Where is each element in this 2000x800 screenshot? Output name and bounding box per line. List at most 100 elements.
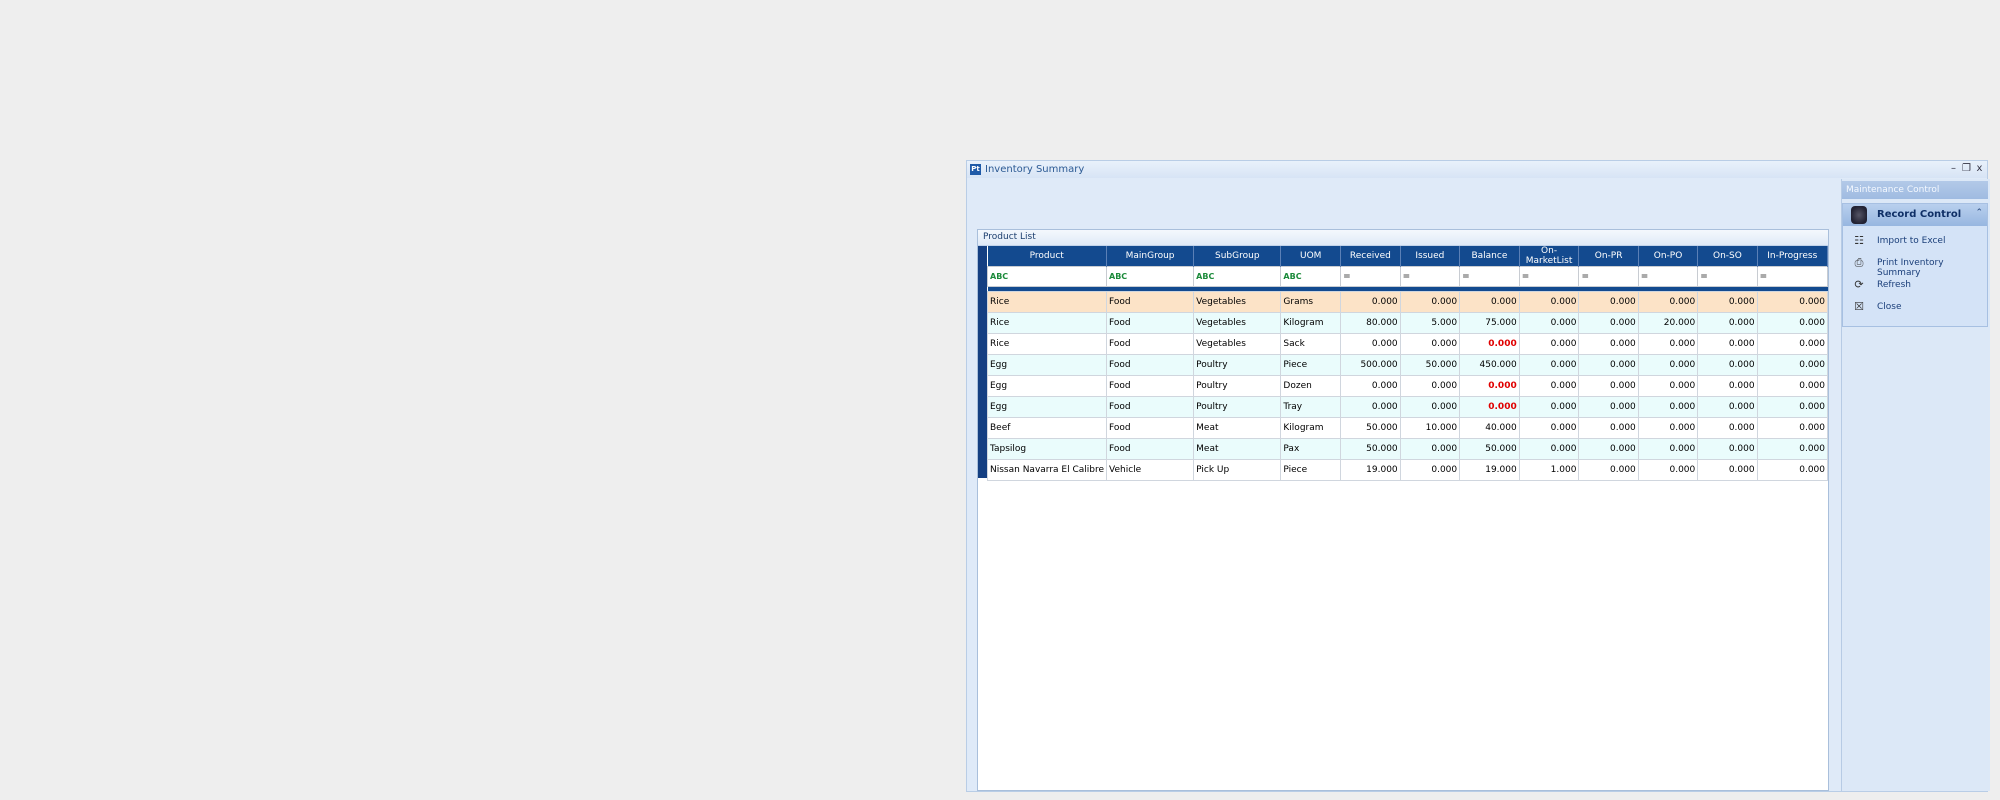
cell-progress[interactable]: 0.000 (1756, 333, 1829, 355)
cell-main[interactable]: Food (1105, 375, 1195, 397)
filter-cell[interactable]: = (1756, 266, 1829, 287)
column-header-product[interactable]: Product (987, 246, 1107, 267)
cell-received[interactable]: 19.000 (1340, 459, 1401, 481)
cell-sub[interactable]: Pick Up (1193, 459, 1282, 481)
cell-balance[interactable]: 0.000 (1459, 375, 1520, 397)
cell-product[interactable]: Egg (987, 375, 1107, 397)
cell-progress[interactable]: 0.000 (1756, 438, 1829, 460)
cell-sub[interactable]: Vegetables (1193, 312, 1282, 334)
filter-cell[interactable]: = (1578, 266, 1639, 287)
restore-button[interactable]: ❐ (1961, 162, 1972, 175)
cell-product[interactable]: Nissan Navarra El Calibre (987, 459, 1107, 481)
cell-uom[interactable]: Kilogram (1280, 417, 1342, 439)
cell-received[interactable]: 50.000 (1340, 417, 1401, 439)
cell-main[interactable]: Food (1105, 333, 1195, 355)
cell-main[interactable]: Vehicle (1105, 459, 1195, 481)
cell-main[interactable]: Food (1105, 312, 1195, 334)
table-row[interactable]: Rice Food Vegetables Sack 0.000 0.000 0.000 0.0… (987, 333, 1829, 355)
table-row[interactable]: Rice Food Vegetables Grams 0.000 0.000 0.000 0.… (987, 291, 1829, 313)
cell-pr[interactable]: 0.000 (1578, 417, 1639, 439)
cell-uom[interactable]: Sack (1280, 333, 1342, 355)
cell-progress[interactable]: 0.000 (1756, 354, 1829, 376)
cell-issued[interactable]: 0.000 (1399, 375, 1461, 397)
table-row[interactable]: Tapsilog Food Meat Pax 50.000 0.000 50.000 0.00… (987, 438, 1829, 460)
cell-po[interactable]: 20.000 (1637, 312, 1699, 334)
cell-sub[interactable]: Meat (1193, 417, 1282, 439)
column-header-on-pr[interactable]: On-PR (1578, 246, 1639, 267)
cell-issued[interactable]: 0.000 (1399, 459, 1461, 481)
text-filter-icon[interactable]: ABC (1109, 272, 1127, 281)
cell-so[interactable]: 0.000 (1697, 375, 1758, 397)
cell-market[interactable]: 0.000 (1518, 417, 1580, 439)
table-row[interactable]: Beef Food Meat Kilogram 50.000 10.000 40.000 0.… (987, 417, 1829, 439)
cell-uom[interactable]: Piece (1280, 354, 1342, 376)
cell-po[interactable]: 0.000 (1637, 375, 1699, 397)
cell-so[interactable]: 0.000 (1697, 459, 1758, 481)
cell-progress[interactable]: 0.000 (1756, 375, 1829, 397)
cell-issued[interactable]: 0.000 (1399, 438, 1461, 460)
table-row[interactable]: Egg Food Poultry Tray 0.000 0.000 0.000 0.000 0.… (987, 396, 1829, 418)
cell-pr[interactable]: 0.000 (1578, 396, 1639, 418)
column-header-in-progress[interactable]: In-Progress (1757, 246, 1829, 267)
filter-cell[interactable]: ABC (1193, 266, 1282, 287)
cell-received[interactable]: 0.000 (1340, 291, 1401, 313)
cell-product[interactable]: Tapsilog (987, 438, 1107, 460)
cell-pr[interactable]: 0.000 (1578, 375, 1639, 397)
cell-pr[interactable]: 0.000 (1578, 312, 1639, 334)
cell-market[interactable]: 0.000 (1518, 396, 1580, 418)
cell-product[interactable]: Rice (987, 333, 1107, 355)
cell-issued[interactable]: 0.000 (1399, 291, 1461, 313)
cell-sub[interactable]: Poultry (1193, 375, 1282, 397)
cell-received[interactable]: 0.000 (1340, 333, 1401, 355)
cell-market[interactable]: 0.000 (1518, 291, 1580, 313)
filter-cell[interactable]: ABC (987, 266, 1107, 287)
cell-so[interactable]: 0.000 (1697, 354, 1758, 376)
cell-main[interactable]: Food (1105, 438, 1195, 460)
cell-progress[interactable]: 0.000 (1756, 291, 1829, 313)
text-filter-icon[interactable]: ABC (1283, 272, 1301, 281)
filter-cell[interactable]: = (1459, 266, 1520, 287)
equals-filter-icon[interactable]: = (1403, 272, 1411, 282)
table-row[interactable]: Egg Food Poultry Dozen 0.000 0.000 0.000 0.000 0… (987, 375, 1829, 397)
cell-po[interactable]: 0.000 (1637, 459, 1699, 481)
cell-balance[interactable]: 40.000 (1459, 417, 1520, 439)
record-control-header[interactable]: Record Control ⌃ (1843, 204, 1987, 226)
product-grid-area[interactable]: Product MainGroup SubGroup UOM Received Issue… (978, 246, 1829, 790)
cell-sub[interactable]: Vegetables (1193, 333, 1282, 355)
column-header-on-so[interactable]: On-SO (1697, 246, 1758, 267)
cell-sub[interactable]: Poultry (1193, 354, 1282, 376)
filter-cell[interactable]: = (1340, 266, 1401, 287)
table-row[interactable]: Nissan Navarra El Calibre Vehicle Pick Up P… (987, 459, 1829, 481)
cell-balance[interactable]: 75.000 (1459, 312, 1520, 334)
cell-issued[interactable]: 0.000 (1399, 333, 1461, 355)
cell-balance[interactable]: 19.000 (1459, 459, 1520, 481)
cell-issued[interactable]: 5.000 (1399, 312, 1461, 334)
cell-uom[interactable]: Pax (1280, 438, 1342, 460)
cell-so[interactable]: 0.000 (1697, 396, 1758, 418)
cell-uom[interactable]: Kilogram (1280, 312, 1342, 334)
cell-so[interactable]: 0.000 (1697, 312, 1758, 334)
table-row[interactable]: Rice Food Vegetables Kilogram 80.000 5.000 75.… (987, 312, 1829, 334)
filter-cell[interactable]: = (1518, 266, 1580, 287)
table-row[interactable]: Egg Food Poultry Piece 500.000 50.000 450.000 0… (987, 354, 1829, 376)
cell-sub[interactable]: Poultry (1193, 396, 1282, 418)
column-header-on-marketlist[interactable]: On-MarketList (1519, 246, 1580, 267)
cell-main[interactable]: Food (1105, 396, 1195, 418)
cell-uom[interactable]: Piece (1280, 459, 1342, 481)
cell-balance[interactable]: 0.000 (1459, 291, 1520, 313)
cell-po[interactable]: 0.000 (1637, 333, 1699, 355)
cell-progress[interactable]: 0.000 (1756, 312, 1829, 334)
cell-uom[interactable]: Dozen (1280, 375, 1342, 397)
cell-po[interactable]: 0.000 (1637, 354, 1699, 376)
filter-cell[interactable]: ABC (1280, 266, 1342, 287)
cell-received[interactable]: 500.000 (1340, 354, 1401, 376)
text-filter-icon[interactable]: ABC (1196, 272, 1214, 281)
cell-product[interactable]: Egg (987, 354, 1107, 376)
cell-so[interactable]: 0.000 (1697, 417, 1758, 439)
cell-market[interactable]: 1.000 (1518, 459, 1580, 481)
cell-received[interactable]: 0.000 (1340, 375, 1401, 397)
collapse-chevron-icon[interactable]: ⌃ (1975, 208, 1983, 218)
close-button[interactable]: ☒ Close (1843, 298, 1989, 318)
cell-main[interactable]: Food (1105, 417, 1195, 439)
equals-filter-icon[interactable]: = (1700, 272, 1708, 282)
